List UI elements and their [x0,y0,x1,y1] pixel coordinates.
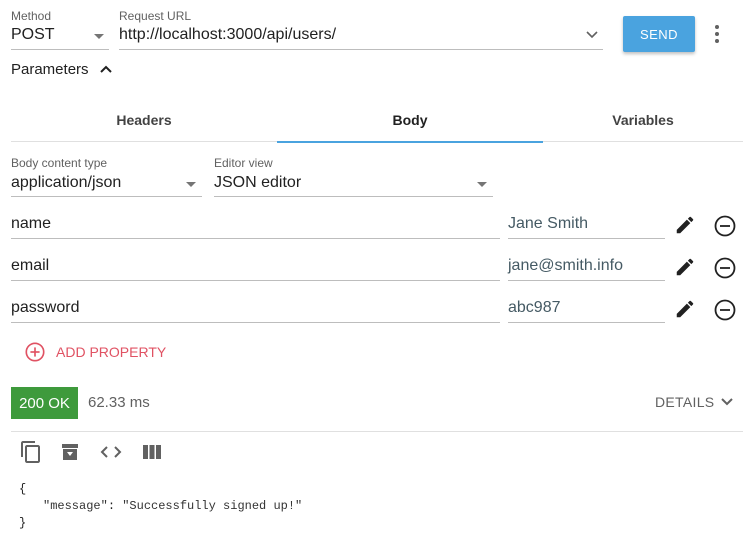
add-circle-icon [25,342,45,362]
request-url-label: Request URL [119,9,192,23]
add-property-button[interactable]: ADD PROPERTY [24,340,166,364]
property-value-field[interactable]: abc987 [508,293,665,323]
add-property-label: ADD PROPERTY [56,344,167,360]
tab-variables[interactable]: Variables [543,98,743,142]
code-icon[interactable] [99,440,123,464]
chevron-down-icon[interactable] [585,28,599,42]
property-row: name Jane Smith [0,209,743,239]
body-content-type-label: Body content type [11,156,108,170]
send-button[interactable]: SEND [623,16,695,52]
pencil-icon[interactable] [674,214,696,236]
property-value-field[interactable]: jane@smith.info [508,251,665,281]
more-vert-icon[interactable] [707,22,727,46]
json-key: "message" [43,499,108,513]
property-value-field[interactable]: Jane Smith [508,209,665,239]
status-badge: 200 OK [11,387,78,419]
columns-icon[interactable] [140,440,164,464]
json-brace-close: } [19,516,27,530]
tab-body[interactable]: Body [277,98,543,143]
method-value: POST [11,26,55,43]
pencil-icon[interactable] [674,298,696,320]
details-toggle[interactable]: DETAILS [655,394,734,410]
tab-headers[interactable]: Headers [11,98,277,142]
method-label: Method [11,9,52,23]
json-colon: : [107,499,123,513]
response-divider [11,431,743,432]
copy-icon[interactable] [19,440,43,464]
remove-circle-icon[interactable] [713,298,737,322]
remove-circle-icon[interactable] [713,256,737,280]
property-row: password abc987 [0,293,743,323]
dropdown-caret-icon [477,182,487,187]
json-value: "Successfully signed up!" [122,499,303,513]
property-name-field[interactable]: password [11,293,500,323]
remove-circle-icon[interactable] [713,214,737,238]
method-select[interactable]: POST [11,24,109,50]
editor-view-select[interactable]: JSON editor [214,171,493,197]
body-content-type-value: application/json [11,174,122,191]
parameters-toggle[interactable]: Parameters [11,58,113,80]
json-line: "message": "Successfully signed up!" [19,498,302,515]
details-label: DETAILS [655,394,715,410]
editor-view-label: Editor view [214,156,273,170]
pencil-icon[interactable] [674,256,696,278]
archive-icon[interactable] [58,440,82,464]
editor-view-value: JSON editor [214,174,302,191]
property-row: email jane@smith.info [0,251,743,281]
response-time: 62.33 ms [88,394,150,411]
property-name-field[interactable]: email [11,251,500,281]
tab-bar: Headers Body Variables [11,98,743,143]
json-brace-open: { [19,482,27,496]
request-url-input[interactable]: http://localhost:3000/api/users/ [119,24,603,50]
body-content-type-select[interactable]: application/json [11,171,202,197]
dropdown-caret-icon [186,182,196,187]
request-url-value: http://localhost:3000/api/users/ [119,26,337,43]
response-body: { "message": "Successfully signed up!"} [19,481,302,532]
chevron-down-icon [721,398,734,406]
dropdown-caret-icon [94,34,104,39]
parameters-label: Parameters [11,60,89,78]
property-name-field[interactable]: name [11,209,500,239]
chevron-up-icon [99,65,112,73]
